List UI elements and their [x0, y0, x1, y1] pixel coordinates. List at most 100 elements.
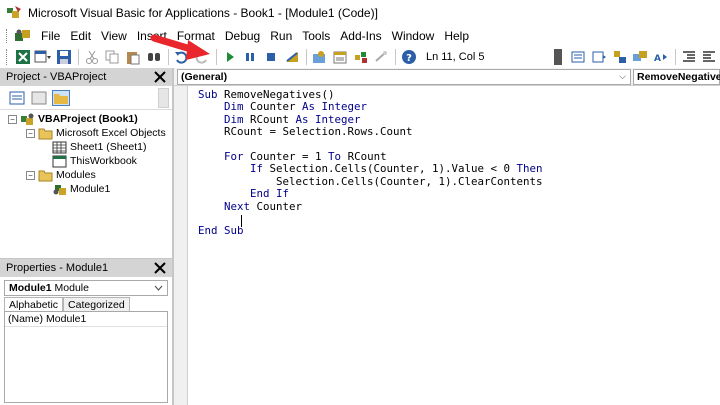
- code-keyword: Dim: [224, 112, 251, 126]
- code-line[interactable]: Sub RemoveNegatives(): [198, 88, 335, 101]
- list-constants-icon[interactable]: [610, 48, 630, 66]
- chevron-down-icon: [154, 285, 163, 291]
- properties-object-select[interactable]: Module1 Module: [4, 280, 168, 296]
- properties-tabs: Alphabetic Categorized: [4, 297, 168, 312]
- code-line[interactable]: Dim Counter As Integer: [198, 100, 367, 113]
- toolbar-overflow-handle[interactable]: [554, 49, 563, 65]
- menu-bar: File Edit View Insert Format Debug Run T…: [0, 26, 720, 46]
- menu-add-ins[interactable]: Add-Ins: [335, 27, 386, 45]
- list-properties-icon[interactable]: [589, 48, 609, 66]
- code-editor[interactable]: Sub RemoveNegatives() Dim Counter As Int…: [189, 86, 720, 405]
- menu-window[interactable]: Window: [387, 27, 440, 45]
- tab-categorized[interactable]: Categorized: [63, 297, 130, 312]
- reset-icon[interactable]: [261, 48, 281, 66]
- toggle-folders-icon[interactable]: [52, 89, 70, 106]
- menu-edit[interactable]: Edit: [65, 27, 96, 45]
- menu-view[interactable]: View: [96, 27, 132, 45]
- excel-vba-icon[interactable]: [14, 28, 32, 44]
- project-pane-scroll-arrow[interactable]: [158, 88, 169, 108]
- tree-node-modules[interactable]: − Modules: [26, 168, 96, 182]
- code-keyword: For: [224, 150, 251, 163]
- menu-format[interactable]: Format: [172, 27, 220, 45]
- design-mode-icon[interactable]: [282, 48, 302, 66]
- menu-debug[interactable]: Debug: [220, 27, 265, 45]
- outdent-lines-icon[interactable]: [699, 48, 719, 66]
- toolbar-separator: [305, 49, 307, 65]
- complete-word-icon[interactable]: A: [651, 48, 671, 66]
- menu-help[interactable]: Help: [439, 27, 474, 45]
- tree-node-thisworkbook[interactable]: ThisWorkbook: [52, 154, 137, 168]
- undo-icon[interactable]: [172, 48, 192, 66]
- view-code-icon[interactable]: [8, 90, 26, 106]
- view-object-icon[interactable]: [30, 90, 48, 106]
- indent-icon[interactable]: [568, 48, 588, 66]
- help-icon[interactable]: ?: [399, 48, 419, 66]
- view-excel-icon[interactable]: [13, 48, 33, 66]
- tab-alphabetic[interactable]: Alphabetic: [4, 297, 64, 312]
- copy-icon[interactable]: [103, 48, 123, 66]
- code-margin-indicator-bar[interactable]: [174, 86, 188, 405]
- toolbar-grip[interactable]: [6, 49, 10, 65]
- code-keyword: If: [250, 162, 270, 176]
- close-icon[interactable]: [152, 69, 168, 85]
- close-icon[interactable]: [152, 260, 168, 276]
- property-value[interactable]: Module1: [46, 313, 86, 325]
- project-explorer-icon[interactable]: [310, 48, 330, 66]
- find-icon[interactable]: [144, 48, 164, 66]
- toolbox-icon[interactable]: [372, 48, 392, 66]
- code-keyword: As Integer: [295, 112, 361, 126]
- properties-pane-title: Properties - Module1: [6, 262, 109, 274]
- code-text: Selection.Cells(Counter, 1).Value < 0: [269, 162, 517, 176]
- menu-grip[interactable]: [6, 29, 10, 43]
- procedure-combo[interactable]: RemoveNegatives: [633, 69, 720, 85]
- properties-window-icon[interactable]: [330, 48, 350, 66]
- indent-lines-icon[interactable]: [679, 48, 699, 66]
- object-browser-icon[interactable]: [351, 48, 371, 66]
- object-combo-value: (General): [181, 71, 228, 83]
- cut-icon[interactable]: [82, 48, 102, 66]
- property-name: (Name): [8, 313, 44, 325]
- collapse-icon[interactable]: −: [26, 128, 35, 138]
- code-text: Counter: [256, 199, 303, 213]
- properties-grid: (Name) Module1: [4, 311, 168, 403]
- code-text: RCount = Selection.Rows.Count: [224, 125, 413, 139]
- menu-tools[interactable]: Tools: [297, 27, 335, 45]
- paste-icon[interactable]: [123, 48, 143, 66]
- code-text: Selection.Cells(Counter, 1).ClearContent…: [276, 174, 543, 188]
- code-line[interactable]: Dim RCount As Integer: [198, 113, 361, 126]
- code-line[interactable]: Next Counter: [198, 200, 302, 213]
- code-keyword: End Sub: [198, 224, 244, 238]
- property-row[interactable]: (Name) Module1: [5, 312, 167, 327]
- object-combo[interactable]: (General) ⌵: [177, 69, 631, 85]
- menu-insert[interactable]: Insert: [132, 27, 172, 45]
- toolbar-separator: [395, 49, 397, 65]
- code-line[interactable]: For Counter = 1 To RCount: [198, 150, 387, 163]
- code-line[interactable]: RCount = Selection.Rows.Count: [198, 125, 413, 138]
- tree-label: Sheet1 (Sheet1): [70, 141, 147, 153]
- menu-file[interactable]: File: [36, 27, 65, 45]
- code-line[interactable]: End Sub: [198, 224, 244, 237]
- tree-node-excel-objects[interactable]: − Microsoft Excel Objects: [26, 126, 166, 140]
- tree-node-sheet1[interactable]: Sheet1 (Sheet1): [52, 140, 146, 154]
- menu-run[interactable]: Run: [265, 27, 297, 45]
- code-line[interactable]: End If: [198, 187, 289, 200]
- collapse-icon[interactable]: −: [8, 114, 17, 124]
- code-line[interactable]: Selection.Cells(Counter, 1).ClearContent…: [198, 175, 543, 188]
- run-icon[interactable]: [220, 48, 240, 66]
- chevron-down-icon: ⌵: [619, 71, 626, 81]
- collapse-icon[interactable]: −: [26, 170, 35, 180]
- tree-node-module1[interactable]: Module1: [52, 182, 110, 196]
- tree-node-vbaproject[interactable]: − VBAProject (Book1): [8, 112, 138, 126]
- code-keyword: Sub: [198, 88, 225, 101]
- quick-info-icon[interactable]: [630, 48, 650, 66]
- break-icon[interactable]: [241, 48, 261, 66]
- insert-userform-icon[interactable]: [34, 48, 54, 66]
- save-icon[interactable]: [54, 48, 74, 66]
- code-line[interactable]: If Selection.Cells(Counter, 1).Value < 0…: [198, 162, 543, 175]
- redo-icon[interactable]: [192, 48, 212, 66]
- tree-label: ThisWorkbook: [70, 155, 137, 167]
